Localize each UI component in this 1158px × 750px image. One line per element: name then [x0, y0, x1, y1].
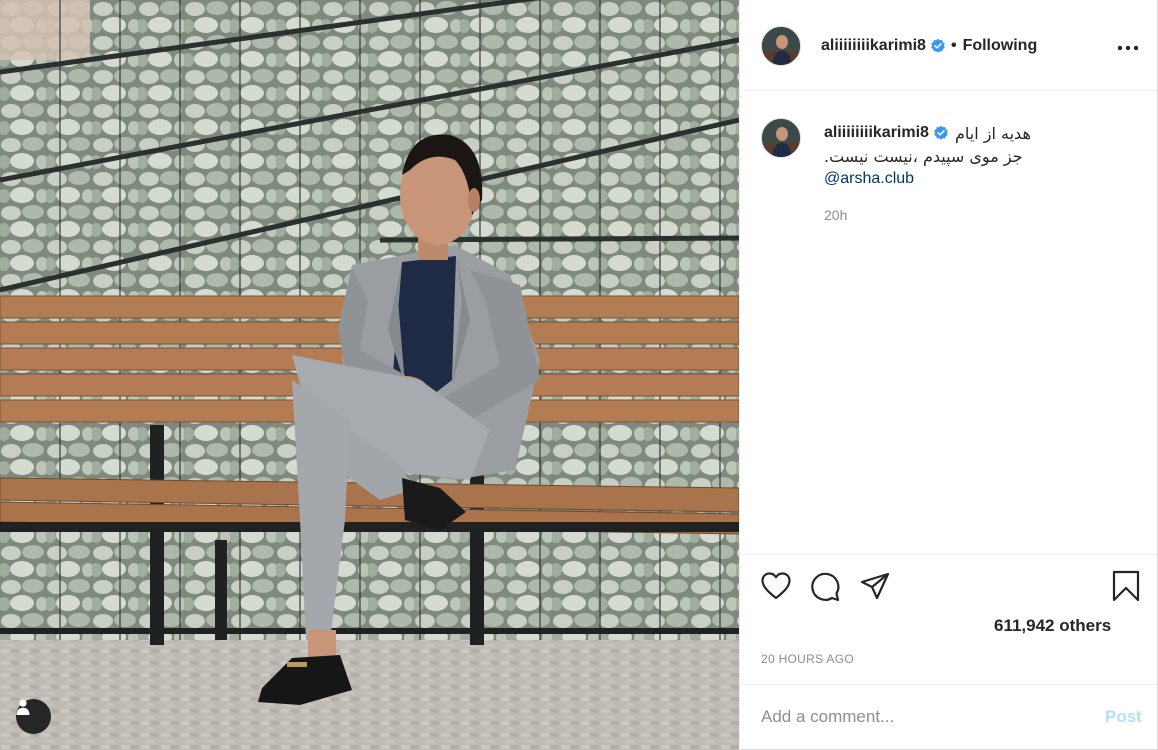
- separator-dot: •: [950, 37, 957, 54]
- caption-username[interactable]: aliiiiiiiikarimi8: [824, 124, 929, 142]
- bookmark-icon[interactable]: [1112, 570, 1140, 602]
- more-horizontal-icon[interactable]: [1117, 44, 1139, 52]
- post-photo[interactable]: [0, 0, 739, 750]
- user-icon: [16, 699, 30, 715]
- photo-illustration: [0, 0, 739, 750]
- caption-line-2: جز موی سپیدم ،نیست نیست.: [824, 147, 1023, 166]
- caption-line-1: هدیه از ایام: [955, 124, 1031, 143]
- caption-mention-link[interactable]: @arsha.club: [824, 170, 914, 188]
- likes-count[interactable]: 611,942 others: [994, 616, 1111, 636]
- comment-bar: Post: [740, 684, 1157, 750]
- paper-plane-icon[interactable]: [860, 572, 890, 600]
- post-comment-button[interactable]: Post: [1105, 707, 1142, 727]
- post-header: aliiiiiiiikarimi8 • Following: [740, 0, 1157, 91]
- avatar[interactable]: [761, 26, 801, 66]
- following-button[interactable]: Following: [963, 37, 1038, 55]
- verified-badge-icon: [934, 125, 948, 140]
- comment-input[interactable]: [761, 705, 1091, 729]
- verified-badge-icon: [931, 38, 945, 53]
- avatar-image: [762, 119, 800, 157]
- post-date[interactable]: 20 HOURS AGO: [761, 652, 854, 666]
- post-details-panel: aliiiiiiiikarimi8 • Following aliiiiiiii…: [739, 0, 1158, 750]
- header-username[interactable]: aliiiiiiiikarimi8: [821, 37, 926, 55]
- caption-timestamp[interactable]: 20h: [824, 207, 847, 223]
- comment-icon[interactable]: [810, 572, 840, 602]
- heart-icon[interactable]: [761, 572, 791, 600]
- avatar-image: [762, 27, 800, 65]
- tagged-users-button[interactable]: [16, 699, 51, 734]
- caption-avatar[interactable]: [761, 118, 801, 158]
